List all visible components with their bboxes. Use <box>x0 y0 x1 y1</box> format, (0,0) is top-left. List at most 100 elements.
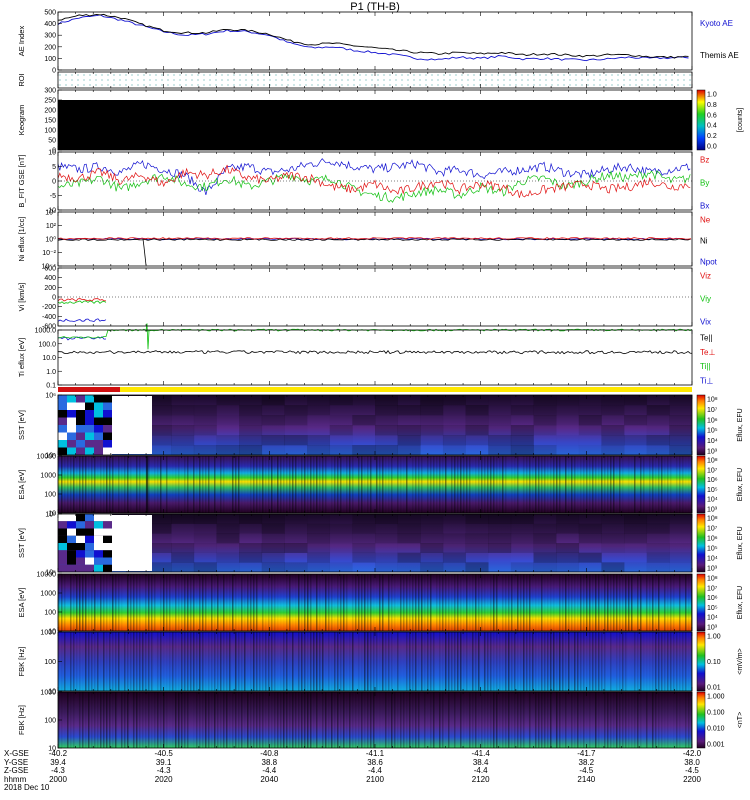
sst_ion-cell <box>533 395 557 406</box>
sst_ion-cell <box>329 415 353 426</box>
esa_ion-stripe <box>682 456 684 513</box>
esa_elec-stripe <box>433 574 435 631</box>
sst_elec-early-cell <box>58 528 67 536</box>
roi-dot <box>623 84 625 86</box>
fbk_b-stripe <box>169 692 171 748</box>
sst_elec-cell <box>352 552 376 563</box>
fbk_e-stripe <box>574 632 576 691</box>
sst_elec-cell <box>148 552 172 563</box>
fbk_e-stripe <box>172 632 174 691</box>
sst_ion-cell <box>533 435 557 446</box>
esa_elec-stripe <box>595 574 597 631</box>
sst_elec-cell <box>646 514 670 524</box>
roi-dot <box>443 79 445 81</box>
fbk_b-stripe <box>670 692 672 748</box>
fbk_e-stripe <box>331 632 333 691</box>
fbk_b-stripe <box>238 692 240 748</box>
esa_elec-stripe <box>421 574 423 631</box>
sst_elec-early-cell <box>94 564 103 572</box>
esa_ion-stripe <box>127 456 129 513</box>
esa_ion-stripe <box>385 456 387 513</box>
sst_ion-cell <box>624 425 647 435</box>
sst_elec-cell <box>261 543 285 553</box>
esa_elec-stripe <box>319 574 321 631</box>
sst_ion-early-cell <box>58 402 67 410</box>
roi-dot <box>125 79 127 81</box>
fbk_e-stripe <box>490 632 492 691</box>
esa_elec-stripe <box>661 574 663 631</box>
roi-dot <box>365 74 367 76</box>
sst_ion-early-cell <box>103 410 112 418</box>
sst_ion-cell <box>669 445 693 456</box>
esa_ion-stripe <box>442 456 444 513</box>
roi-dot <box>263 84 265 86</box>
sst_ion-cell <box>239 415 263 426</box>
sst_ion-cell <box>261 415 285 426</box>
esa_ion-stripe <box>64 456 66 513</box>
fbk_b-stripe <box>235 692 237 748</box>
fbk_e-stripe <box>82 632 84 691</box>
sst_ion-cell <box>578 425 602 436</box>
sst_elec-early-cell <box>76 557 85 565</box>
sst_ion-cell <box>488 395 512 406</box>
esa_elec-stripe <box>364 574 366 631</box>
esa_elec-stripe <box>541 574 543 631</box>
esa_ion-stripe <box>490 456 492 513</box>
sst_ion-cell <box>556 445 580 456</box>
sst_ion-cell <box>488 435 512 446</box>
fbk_b-stripe <box>589 692 591 748</box>
sst_ion-cell <box>329 395 353 406</box>
esa_elec-stripe <box>682 574 684 631</box>
fbk_b-stripe <box>73 692 75 748</box>
roi-dot <box>185 74 187 76</box>
roi-dot <box>449 79 451 81</box>
esa_ion-stripe <box>241 456 243 513</box>
fbk_b-stripe <box>628 692 630 748</box>
esa_ion-stripe <box>406 456 408 513</box>
fbk_e-stripe <box>73 632 75 691</box>
esa_ion-stripe <box>274 456 276 513</box>
sst_elec-early-cell <box>94 557 103 565</box>
sst_elec-early-cell <box>58 550 67 558</box>
roi-dot <box>371 74 373 76</box>
roi-dot <box>569 79 571 81</box>
esa_elec-stripe <box>85 574 87 631</box>
roi-dot <box>167 84 169 86</box>
fbk_b-stripe <box>688 692 690 748</box>
fbk_e-stripe <box>670 632 672 691</box>
sst_ion-cell <box>442 395 466 406</box>
roi-dot <box>215 74 217 76</box>
fbk_b-stripe <box>148 692 150 748</box>
esa_ion-stripe <box>220 456 222 513</box>
fbk_e-stripe <box>109 632 111 691</box>
roi-dot <box>371 79 373 81</box>
fbk_b-stripe <box>268 692 270 748</box>
sst_ion-early-cell <box>67 425 76 433</box>
esa_ion-stripe <box>667 456 669 513</box>
esa_ion-stripe <box>268 456 270 513</box>
fbk_b-stripe <box>679 692 681 748</box>
roi-dot <box>347 74 349 76</box>
roi-dot <box>491 74 493 76</box>
roi-dot <box>251 79 253 81</box>
sst_ion-cell <box>442 405 466 416</box>
sst_elec-cell <box>284 523 308 534</box>
esa_ion-stripe <box>262 456 264 513</box>
roi-dot <box>641 84 643 86</box>
fbk_e-stripe <box>427 632 429 691</box>
sst_ion-cell <box>578 395 602 406</box>
esa_elec-stripe <box>175 574 177 631</box>
esa_elec-stripe <box>94 574 96 631</box>
esa_elec-stripe <box>424 574 426 631</box>
velocity-series-1 <box>57 300 107 304</box>
esa_ion-stripe <box>409 456 411 513</box>
sst_elec-cell <box>601 543 625 553</box>
esa_ion-stripe <box>244 456 246 513</box>
sst_elec-cell <box>375 514 398 524</box>
esa_elec-colorbar-tick: 10³ <box>707 625 718 632</box>
fbk_e-stripe <box>508 632 510 691</box>
esa_elec-stripe <box>352 574 354 631</box>
fbk_b-stripe <box>97 692 99 748</box>
sst_elec-early-cell <box>67 557 76 565</box>
sst_ion-cell <box>171 405 195 416</box>
